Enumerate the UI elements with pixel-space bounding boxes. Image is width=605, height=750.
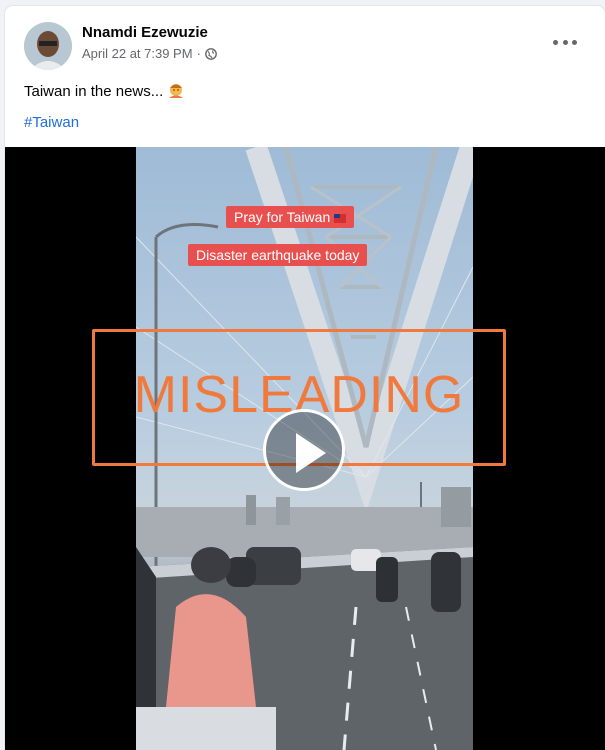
post-text: Taiwan in the news... [24,82,185,100]
author-name[interactable]: Nnamdi Ezewuzie [82,24,208,41]
meta-separator: · [196,46,201,61]
shrugging-emoji-icon [167,82,185,100]
play-button[interactable] [263,409,345,491]
post-date[interactable]: April 22 at 7:39 PM [82,46,193,61]
post-meta: April 22 at 7:39 PM · [82,46,217,61]
author-avatar[interactable] [24,22,72,70]
taiwan-flag-icon [334,213,347,223]
video-player[interactable]: Pray for Taiwan Disaster earthquake toda… [5,147,605,750]
overlay-disaster-earthquake: Disaster earthquake today [188,244,368,266]
play-icon [296,433,326,473]
post-body: Taiwan in the news... [24,82,164,100]
globe-icon[interactable] [205,47,217,60]
post-card: Nnamdi Ezewuzie April 22 at 7:39 PM · Ta… [5,6,605,750]
hashtag-link[interactable]: #Taiwan [24,114,79,131]
more-options-icon[interactable] [553,34,577,50]
overlay-pray-for-taiwan: Pray for Taiwan [226,206,355,228]
